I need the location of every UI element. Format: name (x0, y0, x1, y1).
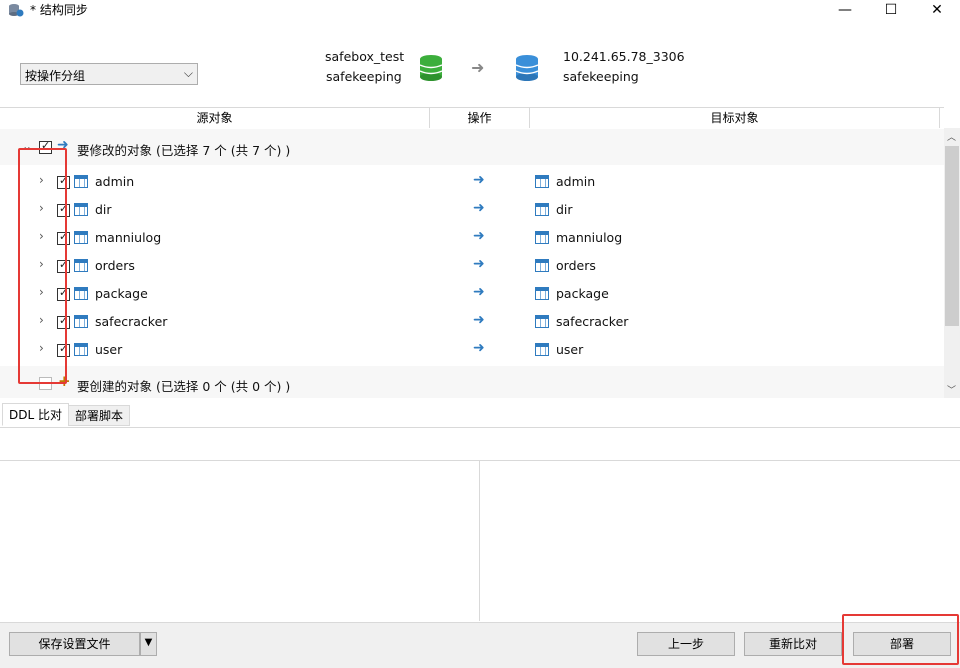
table-icon (74, 287, 88, 300)
sync-arrow-icon: ➜ (473, 256, 485, 272)
table-icon (535, 315, 549, 328)
table-icon (74, 315, 88, 328)
table-row[interactable]: › ✓ user ➜ user (0, 336, 944, 364)
source-object-name: dir (95, 202, 112, 217)
tab-deploy-script[interactable]: 部署脚本 (68, 405, 131, 426)
table-row[interactable]: › ✓ safecracker ➜ safecracker (0, 308, 944, 336)
table-icon (535, 203, 549, 216)
title-bar: * 结构同步 — ☐ ✕ (0, 0, 960, 28)
save-settings-button[interactable]: 保存设置文件 (9, 632, 140, 656)
table-icon (74, 259, 88, 272)
table-icon (74, 343, 88, 356)
table-icon (535, 231, 549, 244)
table-row[interactable]: › ✓ package ➜ package (0, 280, 944, 308)
checkbox-highlight-box (18, 148, 67, 384)
sync-arrow-icon: ➜ (473, 340, 485, 356)
source-database-icon (419, 55, 443, 81)
tab-ddl-compare[interactable]: DDL 比对 (2, 403, 69, 426)
target-database-name: safekeeping (563, 69, 639, 84)
group-label: 要修改的对象 (已选择 7 个 (共 7 个) ) (77, 143, 291, 158)
bottom-bar: 保存设置文件 ▼ 上一步 重新比对 部署 (0, 622, 960, 668)
table-icon (535, 175, 549, 188)
source-object-name: safecracker (95, 314, 168, 329)
group-label: 要创建的对象 (已选择 0 个 (共 0 个) ) (77, 379, 291, 394)
target-object-name: admin (556, 174, 596, 189)
window-title: * 结构同步 (30, 3, 88, 17)
source-object-name: admin (95, 174, 135, 189)
target-ddl-pane[interactable] (480, 461, 960, 621)
source-database-name: safekeeping (326, 69, 402, 84)
source-object-name: manniulog (95, 230, 162, 245)
sync-direction-arrow-icon: ➜ (471, 58, 485, 77)
group-by-select-value: 按操作分组 (25, 69, 86, 83)
table-icon (535, 343, 549, 356)
sync-arrow-icon: ➜ (473, 228, 485, 244)
target-object-name: package (556, 286, 609, 301)
target-connection-name: 10.241.65.78_3306 (563, 49, 685, 64)
table-icon (535, 259, 549, 272)
column-operation[interactable]: 操作 (430, 108, 530, 128)
save-settings-dropdown-icon[interactable]: ▼ (140, 632, 157, 656)
column-target[interactable]: 目标对象 (530, 108, 940, 128)
table-row[interactable]: › ✓ orders ➜ orders (0, 252, 944, 280)
app-icon (9, 4, 24, 17)
sync-arrow-icon: ➜ (473, 312, 485, 328)
ddl-toolbar (0, 428, 960, 461)
source-object-name: package (95, 286, 148, 301)
source-object-name: user (95, 342, 123, 357)
source-connection-name: safebox_test (325, 49, 405, 64)
target-object-name: orders (556, 258, 596, 273)
create-objects-group[interactable]: + 要创建的对象 (已选择 0 个 (共 0 个) ) (0, 366, 944, 398)
table-row[interactable]: › ✓ manniulog ➜ manniulog (0, 224, 944, 252)
sync-arrow-icon: ➜ (473, 172, 485, 188)
column-source[interactable]: 源对象 (0, 108, 430, 128)
group-by-select[interactable]: 按操作分组 ⌵ (20, 63, 198, 85)
table-row[interactable]: › ✓ dir ➜ dir (0, 196, 944, 224)
target-object-name: user (556, 342, 584, 357)
table-icon (74, 231, 88, 244)
minimize-button[interactable]: — (822, 0, 868, 20)
deploy-highlight-box (842, 614, 959, 665)
table-icon (74, 203, 88, 216)
target-database-icon (515, 55, 539, 81)
sync-arrow-icon: ➜ (473, 200, 485, 216)
source-object-name: orders (95, 258, 135, 273)
table-row[interactable]: › ✓ admin ➜ admin (0, 168, 944, 196)
scroll-down-icon[interactable]: ﹀ (947, 383, 956, 396)
bottom-tabs: DDL 比对 部署脚本 (0, 403, 960, 428)
scroll-up-icon[interactable]: ︿ (947, 130, 956, 143)
target-object-name: manniulog (556, 230, 623, 245)
source-ddl-pane[interactable] (0, 461, 480, 621)
scrollbar-thumb[interactable] (945, 146, 959, 326)
object-tree: ⌄ ✓ ➜ 要修改的对象 (已选择 7 个 (共 7 个) ) › ✓ admi… (0, 128, 944, 398)
modify-objects-group[interactable]: ⌄ ✓ ➜ 要修改的对象 (已选择 7 个 (共 7 个) ) (0, 129, 944, 165)
recompare-button[interactable]: 重新比对 (744, 632, 842, 656)
maximize-button[interactable]: ☐ (868, 0, 914, 20)
prev-step-button[interactable]: 上一步 (637, 632, 735, 656)
sync-arrow-icon: ➜ (473, 284, 485, 300)
chevron-down-icon: ⌵ (183, 66, 193, 80)
table-icon (535, 287, 549, 300)
target-object-name: safecracker (556, 314, 629, 329)
table-icon (74, 175, 88, 188)
target-object-name: dir (556, 202, 573, 217)
close-button[interactable]: ✕ (914, 0, 960, 20)
grid-header: 源对象 操作 目标对象 (0, 107, 944, 129)
